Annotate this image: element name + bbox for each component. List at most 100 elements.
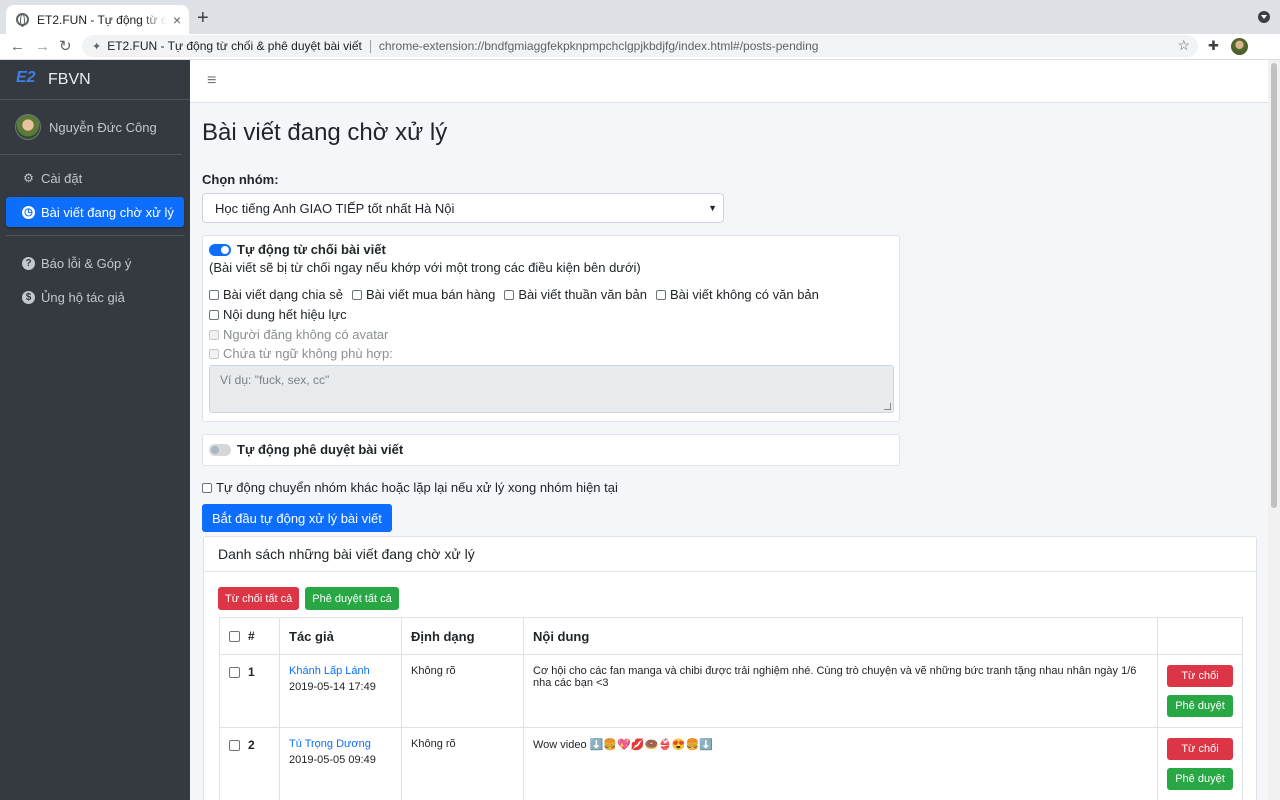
checkbox[interactable] — [202, 482, 212, 493]
option-expired[interactable]: Nội dung hết hiệu lực — [209, 307, 347, 322]
pending-posts-title: Danh sách những bài viết đang chờ xử lý — [204, 537, 1256, 572]
avatar — [15, 114, 41, 140]
group-select-label: Chọn nhóm: — [202, 172, 279, 187]
browser-toolbar: ← → ↻ ✦ ET2.FUN - Tự động từ chối & phê … — [0, 34, 1280, 88]
start-auto-process-button[interactable]: Bắt đầu tự động xử lý bài viết — [202, 504, 392, 532]
post-content: Cơ hội cho các fan manga và chibi được t… — [523, 654, 1158, 728]
auto-approve-card: Tự động phê duyệt bài viết — [202, 434, 900, 466]
post-format: Không rõ — [401, 654, 524, 728]
extension-site-icon: ✦ — [92, 40, 102, 53]
sidebar-item-label: Bài viết đang chờ xử lý — [41, 204, 174, 220]
forward-icon[interactable]: → — [35, 37, 50, 57]
close-tab-icon[interactable]: × — [173, 13, 181, 27]
bad-words-textarea: Ví dụ: "fuck, sex, cc" — [209, 365, 894, 413]
browser-tab-bar: ET2.FUN - Tự động từ chối & phê duyệt bà… — [0, 0, 1280, 34]
question-icon: ? — [22, 256, 35, 270]
table-header-row: # Tác giả Định dạng Nội dung — [219, 617, 1243, 655]
address-bar[interactable]: ✦ ET2.FUN - Tự động từ chối & phê duyệt … — [82, 35, 1198, 57]
approve-button[interactable]: Phê duyệt — [1167, 695, 1233, 717]
checkbox[interactable] — [209, 289, 219, 300]
row-number: 2 — [248, 738, 255, 752]
sidebar-item-donate[interactable]: $ Ủng hộ tác giả — [6, 282, 184, 312]
browser-tab[interactable]: ET2.FUN - Tự động từ chối & phê duyệt bà… — [6, 5, 189, 34]
brand-name: FBVN — [48, 70, 91, 88]
checkbox[interactable] — [209, 309, 219, 320]
row-checkbox[interactable] — [229, 739, 240, 751]
post-content: Wow video ⬇️🍔💖💋🍩👙😍🍔⬇️ — [523, 727, 1158, 800]
option-label: Tự động chuyển nhóm khác hoặc lặp lại nế… — [216, 480, 618, 495]
pending-posts-card: Danh sách những bài viết đang chờ xử lý … — [203, 536, 1257, 800]
back-icon[interactable]: ← — [10, 37, 25, 57]
post-format: Không rõ — [401, 727, 524, 800]
auto-reject-card: Tự động từ chối bài viết (Bài viết sẽ bị… — [202, 235, 900, 422]
sidebar-item-settings[interactable]: ⚙ Cài đặt — [6, 163, 184, 193]
brand-logo-icon: E2 — [16, 68, 36, 86]
tab-search-icon[interactable] — [1258, 11, 1270, 23]
top-navbar: ≡ — [190, 60, 1268, 103]
author-link[interactable]: Khánh Lấp Lánh — [289, 665, 392, 677]
author-link[interactable]: Tú Trọng Dương — [289, 738, 392, 750]
menu-toggle-icon[interactable]: ≡ — [207, 72, 216, 90]
approve-all-button[interactable]: Phê duyệt tất cả — [305, 587, 399, 610]
checkbox[interactable] — [351, 289, 362, 300]
option-no-text[interactable]: Bài viết không có văn bản — [656, 287, 819, 302]
chevron-down-icon: ▼ — [708, 203, 717, 213]
option-label: Bài viết thuần văn bản — [518, 287, 647, 302]
reject-button[interactable]: Từ chối — [1167, 738, 1233, 760]
table-row: 2 Tú Trọng Dương 2019-05-05 09:49 Không r… — [219, 727, 1243, 800]
post-time: 2019-05-05 09:49 — [289, 754, 376, 766]
sidebar-nav: ⚙ Cài đặt ◷ Bài viết đang chờ xử lý ? Bá… — [0, 155, 190, 324]
column-format: Định dạng — [401, 617, 524, 655]
auto-approve-label: Tự động phê duyệt bài viết — [237, 442, 404, 457]
clock-icon: ◷ — [22, 205, 35, 219]
tab-title: ET2.FUN - Tự động từ chối & phê duyệt bà… — [37, 12, 167, 27]
option-label: Bài viết dạng chia sẻ — [223, 287, 343, 302]
option-no-avatar: Người đăng không có avatar — [209, 327, 388, 342]
sidebar-item-label: Cài đặt — [41, 170, 83, 186]
donate-icon: $ — [22, 290, 35, 304]
reject-button[interactable]: Từ chối — [1167, 665, 1233, 687]
approve-button[interactable]: Phê duyệt — [1167, 768, 1233, 790]
option-label: Người đăng không có avatar — [223, 327, 389, 342]
user-panel[interactable]: Nguyễn Đức Công — [0, 100, 182, 155]
checkbox[interactable] — [656, 289, 666, 300]
column-content: Nội dung — [523, 617, 1158, 655]
main-content: ≡ Bài viết đang chờ xử lý Chọn nhóm: Học… — [190, 60, 1268, 800]
checkbox[interactable] — [504, 289, 515, 300]
table-row: 1 Khánh Lấp Lánh 2019-05-14 17:49 Không r… — [219, 654, 1243, 728]
address-separator — [369, 39, 371, 53]
column-author: Tác giả — [279, 617, 402, 655]
new-tab-button[interactable]: + — [197, 8, 209, 28]
auto-switch-group-option[interactable]: Tự động chuyển nhóm khác hoặc lặp lại nế… — [202, 480, 618, 495]
bookmark-star-icon[interactable]: ☆ — [1177, 37, 1190, 54]
option-text-only[interactable]: Bài viết thuần văn bản — [504, 287, 647, 302]
auto-reject-hint: (Bài viết sẽ bị từ chối ngay nếu khớp vớ… — [209, 260, 641, 275]
reject-all-button[interactable]: Từ chối tất cả — [218, 587, 300, 610]
reload-icon[interactable]: ↻ — [59, 37, 72, 57]
puzzle-icon[interactable]: ✚ — [1208, 38, 1219, 54]
sidebar-item-label: Ủng hộ tác giả — [41, 289, 125, 305]
page-scrollbar[interactable] — [1268, 60, 1280, 800]
auto-reject-label: Tự động từ chối bài viết — [237, 242, 386, 257]
sidebar-item-pending-posts[interactable]: ◷ Bài viết đang chờ xử lý — [6, 197, 184, 227]
sidebar-item-label: Báo lỗi & Góp ý — [41, 255, 132, 271]
scrollbar-thumb[interactable] — [1271, 63, 1277, 508]
page-title: Bài viết đang chờ xử lý — [202, 119, 448, 146]
group-select-value: Học tiếng Anh GIAO TIẾP tốt nhất Hà Nội — [215, 200, 455, 216]
content-area: Bài viết đang chờ xử lý Chọn nhóm: Học t… — [190, 115, 1268, 532]
auto-approve-toggle[interactable] — [209, 443, 231, 456]
sidebar-item-feedback[interactable]: ? Báo lỗi & Góp ý — [6, 248, 184, 278]
select-all-checkbox[interactable] — [229, 630, 240, 642]
option-share-post[interactable]: Bài viết dạng chia sẻ — [209, 287, 343, 302]
checkbox-disabled — [209, 348, 219, 359]
column-actions — [1157, 617, 1243, 655]
group-select[interactable]: Học tiếng Anh GIAO TIẾP tốt nhất Hà Nội … — [202, 193, 724, 223]
option-sale-post[interactable]: Bài viết mua bán hàng — [351, 287, 495, 302]
user-name: Nguyễn Đức Công — [49, 119, 157, 135]
row-checkbox[interactable] — [229, 666, 240, 678]
brand[interactable]: E2 FBVN — [0, 60, 190, 100]
row-number: 1 — [248, 665, 255, 679]
profile-avatar[interactable] — [1231, 38, 1248, 55]
auto-reject-toggle[interactable] — [209, 243, 231, 256]
column-label: # — [248, 629, 255, 643]
